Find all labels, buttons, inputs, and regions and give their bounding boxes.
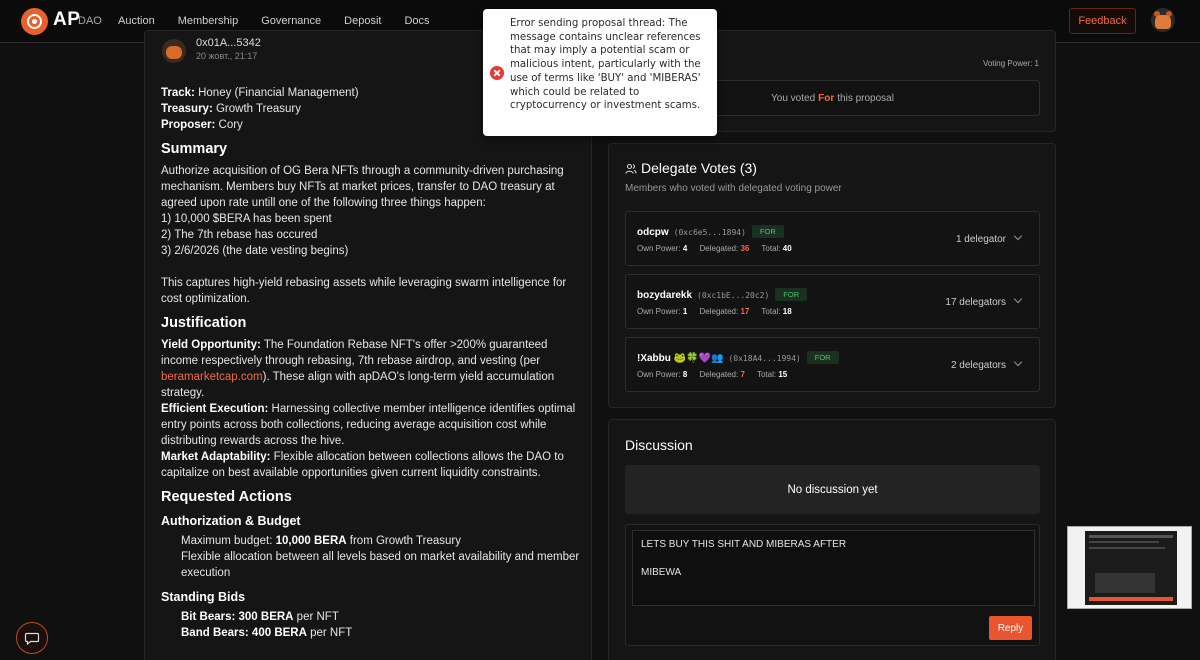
delegate-card[interactable]: bozydarekk (0xc1bE...20c2) FOR Own Power: …	[625, 274, 1040, 329]
error-circle-icon	[490, 66, 504, 80]
reply-button[interactable]: Reply	[989, 616, 1032, 640]
treasury-value: Growth Treasury	[215, 103, 301, 115]
no-discussion-message: No discussion yet	[625, 465, 1040, 514]
voting-power-label: Voting Power: 1	[982, 59, 1039, 68]
nav-item-governance[interactable]: Governance	[261, 15, 321, 27]
list-item: Maximum budget: 10,000 BERA from Growth …	[181, 535, 461, 547]
beramarketcap-link[interactable]: beramarketcap.com	[161, 371, 263, 383]
summary-paragraph: Authorize acquisition of OG Bera NFTs th…	[161, 165, 564, 209]
delegate-name: bozydarekk (0xc1bE...20c2) FOR	[637, 288, 808, 301]
proposer-value: Cory	[218, 119, 243, 131]
main-nav: Auction Membership Governance Deposit Do…	[118, 15, 453, 27]
delegate-address: (0xc1bE...20c2)	[697, 291, 770, 300]
chevron-down-icon	[1013, 294, 1023, 304]
delegate-stats: Own Power: 1 Delegated: 17 Total: 18	[637, 307, 792, 316]
author-date: 20 жовт., 21:17	[196, 51, 258, 61]
brand-name[interactable]: AP	[53, 9, 80, 31]
delegate-name: odcpw (0xc6e5...1894) FOR	[637, 225, 784, 238]
brand-sub: DAO	[78, 15, 102, 27]
delegate-card[interactable]: odcpw (0xc6e5...1894) FOR Own Power: 4 Del…	[625, 211, 1040, 266]
author-avatar	[162, 39, 186, 63]
delegate-card[interactable]: !Xabbu 🐸🍀💜👥 (0x18A4...1994) FOR Own Power:…	[625, 337, 1040, 392]
budget-list: Maximum budget: 10,000 BERA from Growth …	[161, 533, 581, 581]
track-value: Honey (Financial Management)	[198, 87, 359, 99]
delegate-stats: Own Power: 4 Delegated: 36 Total: 40	[637, 244, 792, 253]
summary-item-2: 2) The 7th rebase has occured	[161, 229, 318, 241]
track-label: Track:	[161, 87, 195, 99]
screenshot-preview-thumbnail[interactable]	[1067, 526, 1192, 609]
summary-item-3: 3) 2/6/2026 (the date vesting begins)	[161, 245, 349, 257]
treasury-label: Treasury:	[161, 103, 213, 115]
error-toast: Error sending proposal thread: The messa…	[483, 9, 717, 136]
yield-opportunity-paragraph: Yield Opportunity: The Foundation Rebase…	[161, 339, 555, 399]
summary-paragraph-2: This captures high-yield rebasing assets…	[161, 277, 567, 305]
author-address[interactable]: 0x01A...5342	[196, 37, 261, 49]
proposal-body: Track: Honey (Financial Management) Trea…	[161, 85, 581, 641]
discussion-title: Discussion	[625, 437, 693, 453]
vote-for-badge: FOR	[775, 288, 808, 301]
market-adaptability-paragraph: Market Adaptability: Flexible allocation…	[161, 451, 564, 479]
user-avatar[interactable]	[1151, 8, 1175, 32]
nav-item-docs[interactable]: Docs	[404, 15, 429, 27]
vote-for-badge: FOR	[751, 225, 784, 238]
delegate-address: (0xc6e5...1894)	[673, 228, 746, 237]
nav-item-auction[interactable]: Auction	[118, 15, 155, 27]
chat-button[interactable]	[16, 622, 48, 654]
proposer-label: Proposer:	[161, 119, 216, 131]
users-icon	[625, 164, 637, 174]
delegator-count-toggle[interactable]: 17 delegators	[945, 294, 1023, 308]
chevron-down-icon	[1013, 231, 1023, 241]
efficient-execution-paragraph: Efficient Execution: Harnessing collecti…	[161, 403, 576, 447]
delegator-count-toggle[interactable]: 2 delegators	[951, 357, 1023, 371]
apdao-logo-icon[interactable]	[21, 8, 48, 35]
nav-item-membership[interactable]: Membership	[178, 15, 239, 27]
vote-for-badge: FOR	[806, 351, 839, 364]
list-item: Bit Bears: 300 BERA per NFT	[181, 611, 339, 623]
delegate-address: (0x18A4...1994)	[728, 354, 801, 363]
standing-bids-heading: Standing Bids	[161, 590, 246, 604]
list-item: Band Bears: 400 BERA per NFT	[181, 627, 353, 639]
delegate-name: !Xabbu 🐸🍀💜👥 (0x18A4...1994) FOR	[637, 351, 839, 364]
justification-heading: Justification	[161, 315, 247, 331]
reply-composer: LETS BUY THIS SHIT AND MIBERAS AFTER MIB…	[625, 524, 1040, 646]
nav-item-deposit[interactable]: Deposit	[344, 15, 381, 27]
delegate-votes-subtitle: Members who voted with delegated voting …	[625, 183, 842, 194]
requested-actions-heading: Requested Actions	[161, 489, 292, 505]
authorization-budget-heading: Authorization & Budget	[161, 514, 301, 528]
summary-item-1: 1) 10,000 $BERA has been spent	[161, 213, 332, 225]
error-toast-message: Error sending proposal thread: The messa…	[510, 18, 701, 112]
bids-list: Bit Bears: 300 BERA per NFT Band Bears: …	[161, 609, 581, 641]
summary-heading: Summary	[161, 141, 228, 157]
voted-choice: For	[818, 92, 835, 104]
delegate-stats: Own Power: 8 Delegated: 7 Total: 15	[637, 370, 788, 379]
feedback-button[interactable]: Feedback	[1069, 8, 1136, 34]
chevron-down-icon	[1013, 357, 1023, 367]
delegate-votes-title: Delegate Votes (3)	[641, 160, 757, 176]
chat-bubble-icon	[24, 632, 40, 646]
discussion-panel: Discussion No discussion yet LETS BUY TH…	[608, 419, 1056, 660]
delegate-votes-panel: Delegate Votes (3) Members who voted wit…	[608, 143, 1056, 408]
list-item: Flexible allocation between all levels b…	[181, 551, 580, 579]
reply-textarea[interactable]: LETS BUY THIS SHIT AND MIBERAS AFTER MIB…	[632, 530, 1035, 606]
delegator-count-toggle[interactable]: 1 delegator	[956, 231, 1023, 245]
